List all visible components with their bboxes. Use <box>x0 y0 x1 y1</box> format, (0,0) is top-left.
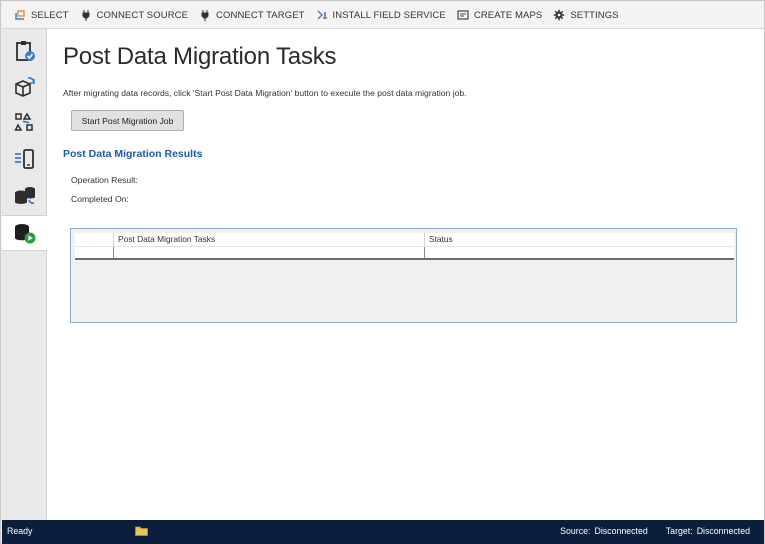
hierarchy-map-icon <box>13 111 37 135</box>
sidebar-item-post-migration[interactable] <box>2 215 48 251</box>
column-header-tasks[interactable]: Post Data Migration Tasks <box>113 233 424 246</box>
status-cell[interactable] <box>424 247 734 258</box>
row-selector-cell[interactable] <box>75 247 113 258</box>
install-icon <box>316 9 328 21</box>
connect-target-button[interactable]: CONNECT TARGET <box>195 2 312 29</box>
table-row[interactable] <box>75 247 734 260</box>
target-status: Disconnected <box>696 526 750 536</box>
toolbar: SELECT CONNECT SOURCE CONNECT TARGET INS… <box>2 2 764 29</box>
main-panel: Post Data Migration Tasks After migratin… <box>47 29 764 520</box>
mobile-list-icon <box>13 147 37 171</box>
sidebar-item-hierarchy-map[interactable] <box>2 105 47 141</box>
package-sync-icon <box>13 75 37 99</box>
task-cell[interactable] <box>113 247 424 258</box>
plug-icon <box>80 9 92 21</box>
sidebar-item-mobile-list[interactable] <box>2 141 47 177</box>
settings-label: SETTINGS <box>570 9 619 21</box>
select-icon <box>14 9 26 21</box>
sidebar <box>2 29 48 520</box>
folder-icon[interactable] <box>135 525 148 536</box>
column-header-status[interactable]: Status <box>424 233 734 246</box>
create-maps-label: CREATE MAPS <box>473 9 543 21</box>
operation-result-label: Operation Result: <box>71 175 138 185</box>
column-header-selector[interactable] <box>75 233 113 246</box>
page-title: Post Data Migration Tasks <box>63 43 337 70</box>
connection-status: Source: Disconnected Target: Disconnecte… <box>560 526 750 536</box>
select-label: SELECT <box>31 9 69 21</box>
install-field-service-button[interactable]: INSTALL FIELD SERVICE <box>312 2 453 29</box>
sidebar-item-package-sync[interactable] <box>2 69 47 105</box>
status-bar: Ready Source: Disconnected Target: Disco… <box>2 520 764 544</box>
settings-button[interactable]: SETTINGS <box>549 2 625 29</box>
plug-icon <box>199 9 211 21</box>
create-maps-button[interactable]: CREATE MAPS <box>453 2 550 29</box>
database-play-icon <box>13 221 37 245</box>
clipboard-check-icon <box>13 39 37 63</box>
status-text: Ready <box>7 526 33 536</box>
instructions-text: After migrating data records, click 'Sta… <box>63 88 467 98</box>
connect-target-label: CONNECT TARGET <box>216 9 305 21</box>
connect-source-button[interactable]: CONNECT SOURCE <box>76 2 195 29</box>
start-post-migration-button[interactable]: Start Post Migration Job <box>71 110 184 131</box>
connect-source-label: CONNECT SOURCE <box>96 9 189 21</box>
results-section-title: Post Data Migration Results <box>63 148 203 160</box>
sidebar-item-select-target[interactable] <box>2 33 47 69</box>
maps-icon <box>457 9 469 21</box>
source-label: Source: <box>560 526 591 536</box>
app-window: SELECT CONNECT SOURCE CONNECT TARGET INS… <box>0 0 765 544</box>
source-status: Disconnected <box>594 526 648 536</box>
target-label: Target: <box>665 526 693 536</box>
completed-on-label: Completed On: <box>71 194 129 204</box>
install-field-service-label: INSTALL FIELD SERVICE <box>332 9 446 21</box>
grid-header: Post Data Migration Tasks Status <box>75 233 734 247</box>
sidebar-item-database-sync[interactable] <box>2 177 47 213</box>
results-grid[interactable]: Post Data Migration Tasks Status <box>70 228 737 323</box>
database-sync-icon <box>13 183 37 207</box>
select-button[interactable]: SELECT <box>10 2 76 29</box>
gear-icon <box>553 9 565 21</box>
